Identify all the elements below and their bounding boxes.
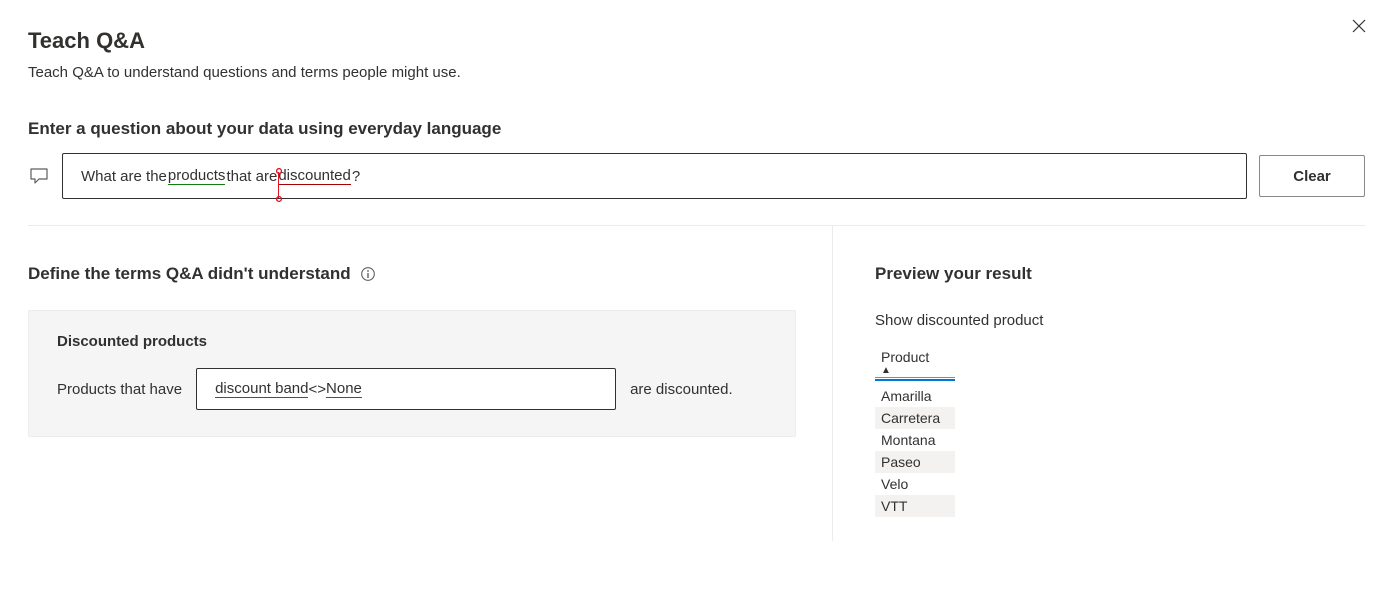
define-heading: Define the terms Q&A didn't understand	[28, 264, 351, 284]
table-row: Velo	[875, 473, 955, 495]
preview-heading: Preview your result	[875, 264, 1365, 284]
token-discounted: discounted	[278, 167, 351, 185]
define-prefix: Products that have	[57, 381, 182, 398]
define-box: Discounted products Products that have d…	[28, 310, 796, 437]
question-label: Enter a question about your data using e…	[28, 119, 1365, 139]
token-discount-band: discount band	[215, 380, 308, 398]
token-products: products	[168, 167, 226, 185]
page-subtitle: Teach Q&A to understand questions and te…	[28, 64, 1365, 81]
table-row: Carretera	[875, 407, 955, 429]
column-header-label: Product	[881, 349, 929, 365]
table-row: Montana	[875, 429, 955, 451]
table-row: Paseo	[875, 451, 955, 473]
table-row: VTT	[875, 495, 955, 517]
close-button[interactable]	[1347, 14, 1371, 38]
define-term: Discounted products	[57, 333, 767, 350]
question-input[interactable]: What are the products that are discounte…	[62, 153, 1247, 199]
clear-button[interactable]: Clear	[1259, 155, 1365, 197]
text: What are the	[81, 168, 167, 185]
text: that are	[226, 168, 277, 185]
page-title: Teach Q&A	[28, 28, 1365, 54]
define-suffix: are discounted.	[630, 381, 733, 398]
column-header-product[interactable]: Product ▲	[875, 347, 955, 377]
table-row: Amarilla	[875, 385, 955, 407]
preview-label: Show discounted product	[875, 312, 1365, 329]
token-op: <>	[308, 381, 326, 398]
sort-asc-icon: ▲	[881, 367, 949, 375]
define-condition-input[interactable]: discount band <> None	[196, 368, 616, 410]
text: ?	[352, 168, 360, 185]
token-none: None	[326, 380, 362, 398]
chat-icon	[28, 165, 50, 187]
result-table: Product ▲ Amarilla Carretera Montana Pas…	[875, 347, 955, 517]
info-icon[interactable]	[359, 265, 377, 283]
